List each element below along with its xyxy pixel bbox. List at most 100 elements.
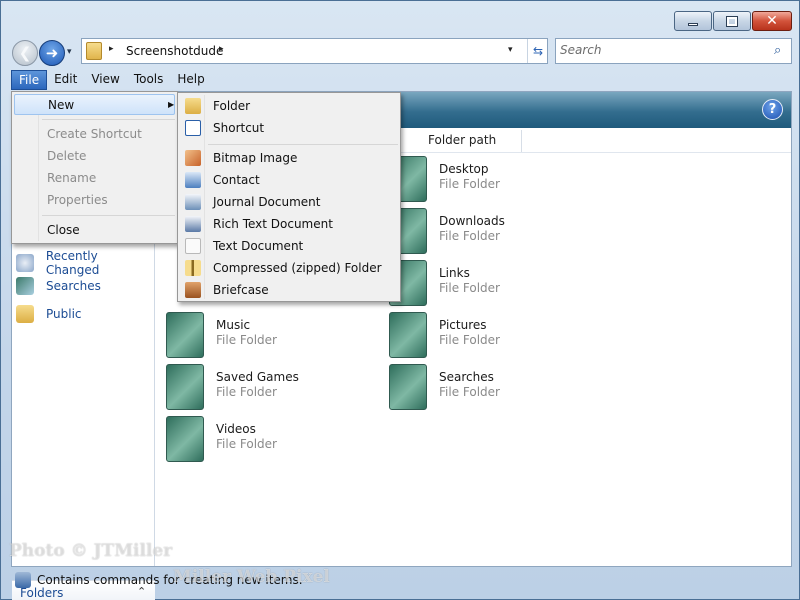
nav-link-label: Searches — [46, 279, 101, 293]
breadcrumb-separator[interactable]: ▸ — [109, 44, 114, 54]
menu-item-rename[interactable]: Rename — [14, 168, 175, 189]
nav-link-label: Recently Changed — [45, 249, 100, 277]
file-item-searches[interactable]: Searches File Folder — [389, 364, 609, 412]
new-item-shortcut[interactable]: Shortcut — [180, 117, 398, 139]
contact-icon — [185, 172, 201, 188]
minimize-button[interactable] — [674, 11, 712, 31]
music-folder-icon — [166, 312, 204, 358]
back-arrow-icon: ❮ — [18, 44, 32, 62]
close-button[interactable]: ✕ — [752, 11, 792, 31]
menu-item-label: Journal Document — [213, 195, 321, 209]
new-item-briefcase[interactable]: Briefcase — [180, 279, 398, 301]
searches-icon — [16, 277, 34, 295]
file-type: File Folder — [216, 437, 277, 451]
menu-item-label: New — [48, 98, 75, 112]
nav-link-searches[interactable]: Searches — [16, 277, 101, 295]
refresh-button[interactable]: ⇆ — [527, 39, 548, 63]
menu-file[interactable]: File — [11, 70, 48, 90]
file-type: File Folder — [439, 281, 500, 295]
file-name: Links — [439, 266, 470, 280]
new-item-bitmap-image[interactable]: Bitmap Image — [180, 147, 398, 169]
menu-item-label: Rich Text Document — [213, 217, 333, 231]
file-name: Videos — [216, 422, 256, 436]
menu-item-label: Compressed (zipped) Folder — [213, 261, 382, 275]
file-item-music[interactable]: Music File Folder — [166, 312, 386, 360]
menu-tools[interactable]: Tools — [127, 70, 171, 90]
minimize-icon — [688, 22, 698, 26]
file-type: File Folder — [439, 229, 500, 243]
file-name: Downloads — [439, 214, 505, 228]
new-item-journal-document[interactable]: Journal Document — [180, 191, 398, 213]
forward-button[interactable]: ➜ — [39, 40, 65, 66]
public-folder-icon — [16, 305, 34, 323]
nav-link-recently-changed[interactable]: Recently Changed — [16, 249, 154, 277]
close-icon: ✕ — [766, 13, 778, 29]
menu-item-properties[interactable]: Properties — [14, 190, 175, 211]
file-type: File Folder — [439, 385, 500, 399]
file-type: File Folder — [216, 385, 277, 399]
submenu-arrow-icon: ▶ — [168, 100, 175, 109]
menu-item-close[interactable]: Close — [14, 220, 175, 241]
new-item-compressed-folder[interactable]: Compressed (zipped) Folder — [180, 257, 398, 279]
file-menu: New ▶ Create Shortcut Delete Rename Prop… — [11, 91, 178, 244]
maximize-button[interactable] — [713, 11, 751, 31]
file-item-videos[interactable]: Videos File Folder — [166, 416, 386, 464]
new-item-contact[interactable]: Contact — [180, 169, 398, 191]
file-type: File Folder — [439, 333, 500, 347]
file-item-saved-games[interactable]: Saved Games File Folder — [166, 364, 386, 412]
file-item-desktop[interactable]: Desktop File Folder — [389, 156, 609, 204]
searches-folder-icon — [389, 364, 427, 410]
menu-item-label: Text Document — [213, 239, 304, 253]
search-icon[interactable]: ⌕ — [774, 43, 781, 58]
menu-item-delete[interactable]: Delete — [14, 146, 175, 167]
address-bar[interactable]: ▸ Screenshotdude ▸ ▾ ⇆ — [81, 38, 548, 64]
menu-view[interactable]: View — [84, 70, 126, 90]
menu-help[interactable]: Help — [170, 70, 211, 90]
back-button[interactable]: ❮ — [12, 40, 38, 66]
search-box[interactable]: ⌕ — [555, 38, 792, 64]
forward-arrow-icon: ➜ — [45, 44, 59, 62]
file-item-links[interactable]: Links File Folder — [389, 260, 609, 308]
breadcrumb-separator[interactable]: ▸ — [219, 44, 224, 54]
file-name: Pictures — [439, 318, 487, 332]
menu-separator — [42, 215, 175, 216]
nav-link-public[interactable]: Public — [16, 305, 82, 323]
recent-pages-dropdown[interactable]: ▾ — [67, 47, 72, 57]
file-item-pictures[interactable]: Pictures File Folder — [389, 312, 609, 360]
address-dropdown-icon[interactable]: ▾ — [508, 45, 513, 55]
menu-bar: File Edit View Tools Help — [11, 70, 212, 90]
folder-icon — [86, 42, 102, 60]
new-item-rich-text-document[interactable]: Rich Text Document — [180, 213, 398, 235]
menu-item-new[interactable]: New ▶ — [14, 94, 175, 115]
recently-changed-icon — [16, 254, 34, 272]
file-type: File Folder — [439, 177, 500, 191]
nav-link-label: Public — [46, 307, 82, 321]
journal-document-icon — [185, 194, 201, 210]
breadcrumb-screenshotdude[interactable]: Screenshotdude — [126, 44, 223, 58]
refresh-icon: ⇆ — [532, 44, 544, 58]
menu-item-label: Briefcase — [213, 283, 269, 297]
new-item-folder[interactable]: Folder — [180, 95, 398, 117]
menu-item-label: Bitmap Image — [213, 151, 298, 165]
explorer-window: ✕ ❮ ➜ ▾ ▸ Screenshotdude ▸ ▾ ⇆ ⌕ File Ed… — [0, 0, 800, 600]
maximize-icon — [726, 15, 738, 27]
bitmap-image-icon — [185, 150, 201, 166]
new-item-text-document[interactable]: Text Document — [180, 235, 398, 257]
menu-edit[interactable]: Edit — [47, 70, 84, 90]
rich-text-document-icon — [185, 216, 201, 232]
search-input[interactable] — [560, 43, 760, 57]
file-name: Searches — [439, 370, 494, 384]
menu-separator — [42, 119, 175, 120]
menu-item-create-shortcut[interactable]: Create Shortcut — [14, 124, 175, 145]
file-name: Music — [216, 318, 251, 332]
file-item-downloads[interactable]: Downloads File Folder — [389, 208, 609, 256]
computer-icon — [15, 572, 31, 588]
column-header-folder-path[interactable]: Folder path — [422, 130, 522, 152]
status-bar: Contains commands for creating new items… — [11, 569, 792, 591]
zipped-folder-icon — [185, 260, 201, 276]
menu-item-label: Folder — [213, 99, 251, 113]
menu-item-label: Shortcut — [213, 121, 265, 135]
watermark: Miller Web Pixel — [173, 567, 330, 587]
help-button[interactable]: ? — [762, 99, 783, 120]
saved-games-folder-icon — [166, 364, 204, 410]
